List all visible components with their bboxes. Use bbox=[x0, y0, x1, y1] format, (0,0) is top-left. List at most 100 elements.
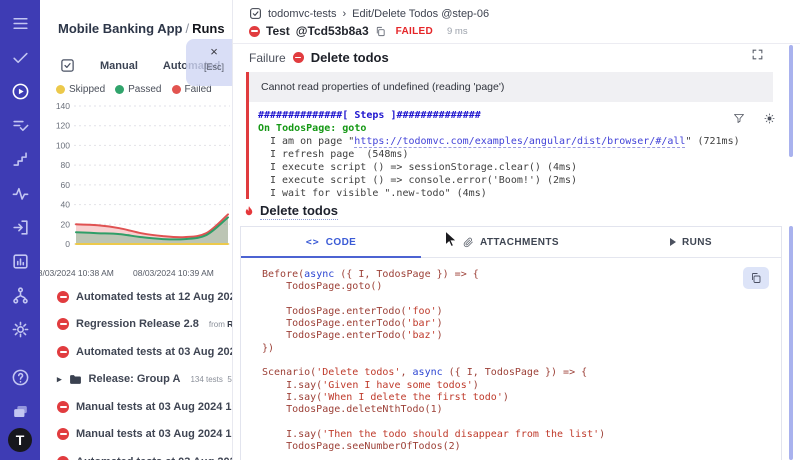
code-line: TodosPage.enterTodo('foo') bbox=[262, 306, 769, 318]
code-icon: <> bbox=[306, 237, 320, 248]
run-item[interactable]: Automated tests at 12 Aug 2024 05 bbox=[40, 283, 232, 311]
code-line: TodosPage.seeNumberOfTodos(2) bbox=[262, 441, 769, 453]
failed-test-name: Delete todos bbox=[311, 50, 389, 65]
tab-code[interactable]: <> CODE bbox=[241, 227, 421, 257]
flaky-flame-icon bbox=[243, 205, 255, 219]
failed-minus-icon bbox=[293, 52, 304, 63]
branch-share-icon[interactable] bbox=[3, 278, 37, 312]
svg-text:100: 100 bbox=[56, 140, 70, 150]
esc-hint: [Esc] bbox=[186, 62, 233, 72]
esc-tooltip: × [Esc] bbox=[186, 39, 233, 86]
steps-log: ##############[ Steps ]##############On … bbox=[249, 102, 773, 200]
runs-panel: Mobile Banking App/Runs Manual Automated… bbox=[40, 0, 233, 460]
scenario-card: <> CODE ATTACHMENTS RUNS Before(async ({… bbox=[240, 226, 782, 460]
svg-text:40: 40 bbox=[61, 200, 71, 210]
runs-list: Automated tests at 12 Aug 2024 05 Regres… bbox=[40, 283, 232, 460]
tab-runs[interactable]: RUNS bbox=[601, 227, 781, 257]
code-line: I.say('Then the todo should disappear fr… bbox=[262, 429, 769, 441]
run-label: Manual tests at 03 Aug 2024 10:43 bbox=[76, 401, 233, 413]
app-root: { "app": {"accent": "#4c63d2", "sidebar_… bbox=[0, 0, 800, 460]
projects-folders-icon[interactable] bbox=[3, 394, 37, 428]
code-line: TodosPage.enterTodo('bar') bbox=[262, 318, 769, 330]
test-plan-list-check-icon[interactable] bbox=[3, 108, 37, 142]
failure-output: Cannot read properties of undefined (rea… bbox=[246, 72, 773, 199]
run-item[interactable]: Automated tests at 03 Aug 2024 10 bbox=[40, 338, 232, 366]
chart-legend: Skipped Passed Failed bbox=[56, 84, 212, 95]
step-line: I am on page "https://todomvc.com/exampl… bbox=[258, 135, 773, 148]
divider bbox=[233, 43, 800, 44]
help-question-icon[interactable] bbox=[3, 360, 37, 394]
app-sidebar: T bbox=[0, 0, 40, 460]
chart-x-axis-labels: 08/03/2024 10:38 AM 08/03/2024 10:39 AM bbox=[40, 268, 232, 280]
scrollbar-thumb[interactable] bbox=[789, 45, 793, 157]
status-badge: FAILED bbox=[396, 26, 433, 37]
menu-icon[interactable] bbox=[3, 6, 37, 40]
tab-attachments[interactable]: ATTACHMENTS bbox=[421, 227, 601, 257]
svg-text:140: 140 bbox=[56, 101, 70, 111]
analytics-bar-chart-icon[interactable] bbox=[3, 244, 37, 278]
test-detail-panel: todomvc-tests › Edit/Delete Todos @step-… bbox=[233, 0, 800, 460]
chevron-right-icon[interactable]: ▸ bbox=[57, 374, 62, 385]
step-line: I execute script () => console.error('Bo… bbox=[258, 174, 773, 187]
testomat-logo[interactable]: T bbox=[8, 428, 32, 452]
steps-header: ##############[ Steps ]############## bbox=[258, 109, 773, 122]
failed-minus-icon bbox=[57, 428, 69, 440]
run-group-row[interactable]: ▸ Release: Group A 134 tests 54 m bbox=[40, 366, 232, 394]
checkbox-check-icon bbox=[249, 7, 262, 20]
run-group-label: Release: Group A bbox=[89, 373, 181, 385]
run-item[interactable]: Automated tests at 03 Aug 2024 10: bbox=[40, 448, 232, 460]
copy-icon[interactable] bbox=[375, 26, 386, 37]
failure-heading: Failure Delete todos bbox=[249, 50, 389, 65]
breadcrumb-project[interactable]: todomvc-tests bbox=[268, 8, 336, 20]
code-line: TodosPage.goto() bbox=[262, 281, 769, 293]
code-line: Scenario('Delete todos', async ({ I, Tod… bbox=[262, 367, 769, 379]
copy-code-button[interactable] bbox=[743, 267, 769, 289]
folder-icon bbox=[69, 374, 82, 385]
code-line: TodosPage.enterTodo('baz') bbox=[262, 330, 769, 342]
import-sign-in-icon[interactable] bbox=[3, 210, 37, 244]
steps-stairs-icon[interactable] bbox=[3, 142, 37, 176]
test-id[interactable]: @Tcd53b8a3 bbox=[296, 24, 369, 38]
run-label: Regression Release 2.8 bbox=[76, 318, 199, 330]
pulse-activity-icon[interactable] bbox=[3, 176, 37, 210]
breadcrumb-current: Runs bbox=[192, 21, 225, 36]
run-label: Automated tests at 03 Aug 2024 10 bbox=[76, 346, 233, 358]
legend-dot bbox=[172, 85, 181, 94]
scrollbar-thumb[interactable] bbox=[789, 226, 793, 460]
run-item[interactable]: Manual tests at 03 Aug 2024 10:43 bbox=[40, 393, 232, 421]
run-item[interactable]: Manual tests at 03 Aug 2024 10:42 bbox=[40, 421, 232, 449]
filter-funnel-icon[interactable] bbox=[733, 112, 745, 124]
breadcrumb-project[interactable]: Mobile Banking App bbox=[58, 21, 182, 36]
breadcrumb-separator: / bbox=[182, 21, 192, 36]
run-group-meta: 134 tests 54 m bbox=[190, 375, 233, 384]
tests-check-icon[interactable] bbox=[3, 40, 37, 74]
code-line: I.say('When I delete the first todo') bbox=[262, 392, 769, 404]
settings-gear-icon[interactable] bbox=[3, 312, 37, 346]
failed-minus-icon bbox=[57, 401, 69, 413]
select-runs-icon[interactable] bbox=[60, 58, 75, 73]
run-item[interactable]: Regression Release 2.8from Regressi bbox=[40, 311, 232, 339]
x-tick-label: 08/03/2024 10:39 AM bbox=[133, 268, 214, 278]
close-icon[interactable]: × bbox=[186, 45, 233, 58]
play-icon bbox=[670, 238, 676, 246]
scenario-title[interactable]: Delete todos bbox=[260, 203, 338, 220]
brightness-sun-icon[interactable] bbox=[763, 112, 776, 125]
legend-item[interactable]: Skipped bbox=[56, 84, 105, 95]
page-title: Mobile Banking App/Runs bbox=[58, 21, 225, 36]
legend-dot bbox=[115, 85, 124, 94]
step-line: I refresh page (548ms) bbox=[258, 148, 773, 161]
legend-item[interactable]: Passed bbox=[115, 84, 161, 95]
tab-manual[interactable]: Manual bbox=[100, 60, 138, 72]
paperclip-icon bbox=[463, 237, 474, 248]
runs-play-circle-icon[interactable] bbox=[3, 74, 37, 108]
run-label: Automated tests at 03 Aug 2024 10: bbox=[76, 456, 233, 460]
failed-minus-icon bbox=[57, 456, 69, 460]
step-line: I execute script () => sessionStorage.cl… bbox=[258, 161, 773, 174]
run-label: Automated tests at 12 Aug 2024 05 bbox=[76, 291, 233, 303]
runs-trend-chart: 140120100806040200 bbox=[44, 96, 230, 266]
step-line: I wait for visible ".new-todo" (4ms) bbox=[258, 187, 773, 200]
code-line bbox=[262, 355, 769, 367]
expand-fullscreen-icon[interactable] bbox=[751, 48, 764, 61]
breadcrumb-path[interactable]: Edit/Delete Todos @step-06 bbox=[352, 8, 489, 20]
step-url-link[interactable]: https://todomvc.com/examples/angular/dis… bbox=[354, 136, 685, 148]
